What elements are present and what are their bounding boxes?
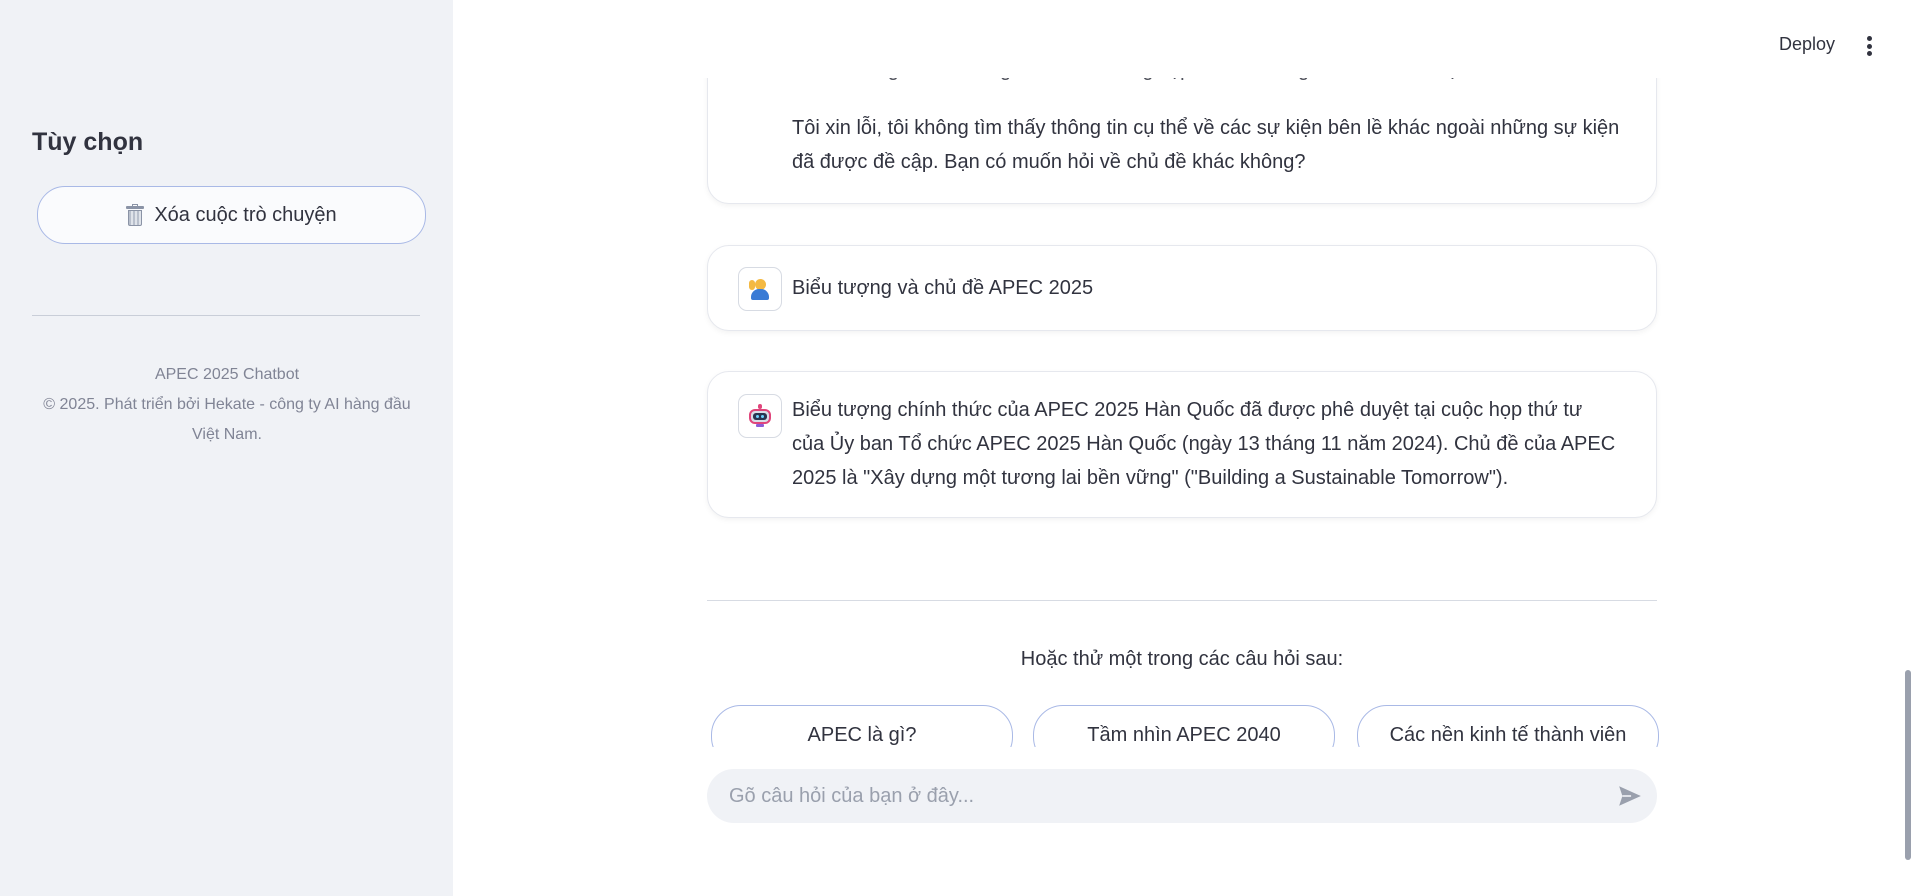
trash-icon (126, 204, 145, 226)
message-text: Biểu tượng chính thức của APEC 2025 Hàn … (792, 399, 1616, 489)
message-text: Tôi xin lỗi, tôi không tìm thấy thông ti… (792, 117, 1620, 173)
app-header: Deploy (453, 0, 1915, 78)
sidebar-divider (32, 315, 420, 316)
footer-app-name: APEC 2025 Chatbot (154, 366, 300, 383)
user-avatar (738, 267, 782, 311)
assistant-avatar (738, 394, 782, 438)
sidebar: Tùy chọn Xóa cuộc trò chuyện APEC 2025 C… (0, 0, 453, 896)
robot-icon (748, 404, 772, 428)
chat-input[interactable] (729, 769, 1589, 823)
kebab-menu-icon[interactable] (1865, 36, 1873, 56)
clear-conversation-label: Xóa cuộc trò chuyện (154, 203, 337, 226)
suggestion-button-vision-2040[interactable]: Tầm nhìn APEC 2040 (1033, 705, 1335, 747)
main-area: chương trình tham gia của doanh nghiệp d… (453, 0, 1915, 896)
deploy-button[interactable]: Deploy (1779, 34, 1835, 55)
user-raising-hand-icon (749, 277, 771, 301)
suggestions-row: APEC là gì? Tầm nhìn APEC 2040 Các nền k… (707, 705, 1707, 747)
suggestions-title: Hoặc thử một trong các câu hỏi sau: (1020, 648, 1344, 670)
chat-input-bar (707, 769, 1657, 823)
assistant-message: Biểu tượng chính thức của APEC 2025 Hàn … (707, 371, 1657, 518)
sidebar-title: Tùy chọn (32, 128, 144, 156)
suggestion-button-apec[interactable]: APEC là gì? (711, 705, 1013, 747)
message-text: Biểu tượng và chủ đề APEC 2025 (792, 277, 1094, 299)
suggestions-divider (707, 600, 1657, 601)
sidebar-footer: APEC 2025 Chatbot © 2025. Phát triển bởi… (30, 360, 424, 450)
main-scrollbar[interactable] (1905, 670, 1911, 860)
user-message: Biểu tượng và chủ đề APEC 2025 (707, 245, 1657, 331)
clear-conversation-button[interactable]: Xóa cuộc trò chuyện (37, 186, 426, 244)
suggestion-button-member-economies[interactable]: Các nền kinh tế thành viên (1357, 705, 1659, 747)
send-icon[interactable] (1617, 783, 1643, 809)
footer-copyright: © 2025. Phát triển bởi Hekate - công ty … (43, 396, 411, 443)
